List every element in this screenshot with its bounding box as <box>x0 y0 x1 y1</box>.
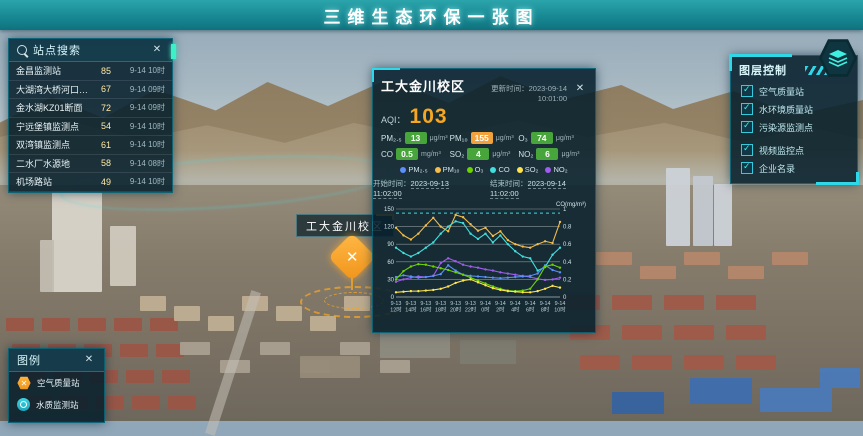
legend-item-water-station[interactable]: 水质监测站 <box>9 394 104 415</box>
svg-text:9-1316时: 9-1316时 <box>420 301 432 314</box>
legend-panel-title: 图例 <box>17 352 76 368</box>
svg-text:9-142时: 9-142时 <box>495 301 506 314</box>
value-badge: 0.5 <box>396 148 418 160</box>
svg-text:9-1318时: 9-1318时 <box>435 301 447 314</box>
pollutant-pm10: PM₁₀155μg/m³ <box>450 132 519 144</box>
station-detail-popup: 工大金川校区 更新时间：2023-09-14 10:01:00 AQI： 103… <box>372 68 596 333</box>
map-legend-panel: 图例 ✕ 空气质量站 水质监测站 <box>8 348 105 423</box>
value-badge: 4 <box>467 148 489 160</box>
svg-text:0.8: 0.8 <box>563 225 572 231</box>
checkbox-checked-icon[interactable] <box>741 144 753 156</box>
layer-toggle-button[interactable] <box>818 38 858 78</box>
svg-text:120: 120 <box>384 225 395 231</box>
layer-item-air[interactable]: 空气质量站 <box>731 82 857 100</box>
value-badge: 155 <box>471 132 493 144</box>
legend-item[interactable]: O₃ <box>467 165 484 174</box>
svg-text:9-1320时: 9-1320时 <box>450 301 462 314</box>
svg-text:150: 150 <box>384 207 395 213</box>
popup-header: 工大金川校区 更新时间：2023-09-14 10:01:00 <box>373 69 595 105</box>
legend-dot <box>435 167 441 173</box>
layer-item-pollution[interactable]: 污染源监测点 <box>731 118 857 136</box>
legend-item-air-station[interactable]: ✕ 空气质量站 <box>9 372 104 394</box>
close-icon[interactable] <box>573 82 587 96</box>
legend-dot <box>400 167 406 173</box>
checkbox-checked-icon[interactable] <box>741 85 753 97</box>
update-time: 更新时间：2023-09-14 10:01:00 <box>471 83 567 103</box>
search-results-panel: 站点搜索 金昌监测站859-14 10时 大湖湾大桥河口断面679-14 09时… <box>8 38 173 193</box>
aqi-row: AQI： 103 <box>373 105 595 129</box>
start-time-label: 开始时间： <box>373 179 411 188</box>
search-icon <box>17 45 27 55</box>
air-station-legend-icon: ✕ <box>17 376 31 390</box>
list-item[interactable]: 宁远堡镇监测点549-14 10时 <box>9 118 172 137</box>
station-name: 工大金川校区 <box>381 76 465 95</box>
legend-dot <box>490 167 496 173</box>
close-icon[interactable] <box>82 353 96 367</box>
end-time-label: 结束时间： <box>490 179 528 188</box>
svg-text:9-1312时: 9-1312时 <box>390 301 402 314</box>
title-bar: 三维生态环保一张图 <box>0 0 863 30</box>
svg-text:9-148时: 9-148时 <box>540 301 551 314</box>
layer-panel-title: 图层控制 <box>739 62 799 78</box>
close-icon[interactable] <box>150 43 164 57</box>
svg-text:9-1410时: 9-1410时 <box>554 301 566 314</box>
list-item[interactable]: 大湖湾大桥河口断面679-14 09时 <box>9 81 172 100</box>
legend-item[interactable]: CO <box>490 165 509 174</box>
checkbox-checked-icon[interactable] <box>741 162 753 174</box>
pollutant-so2: SO₂4μg/m³ <box>450 148 519 160</box>
aqi-value: 103 <box>410 105 448 129</box>
time-range-row: 开始时间：2023-09-13 11:02:00 结束时间：2023-09-14… <box>373 175 595 199</box>
aqi-label: AQI： <box>381 113 406 126</box>
pollutant-pm25: PM₂.₅13μg/m³ <box>381 132 450 144</box>
search-panel-header: 站点搜索 <box>9 39 172 62</box>
layer-item-video[interactable]: 视频监控点 <box>731 141 857 159</box>
pinwheel-icon: ✕ <box>346 248 359 266</box>
svg-text:30: 30 <box>387 277 394 283</box>
svg-text:0.6: 0.6 <box>563 242 572 248</box>
panel-side-tab[interactable] <box>171 44 176 59</box>
water-station-legend-icon <box>17 398 30 411</box>
legend-panel-header: 图例 <box>9 349 104 372</box>
layers-icon <box>828 49 848 67</box>
svg-text:9-140时: 9-140时 <box>480 301 491 314</box>
value-badge: 6 <box>536 148 558 160</box>
pollutant-trend-chart: 030609012015000.20.40.60.81CO(mg/m³)9-13… <box>373 199 595 328</box>
layer-item-water[interactable]: 水环境质量站 <box>731 100 857 118</box>
legend-item[interactable]: NO₂ <box>545 165 567 174</box>
value-badge: 13 <box>405 132 427 144</box>
list-item[interactable]: 二水厂水源地589-14 08时 <box>9 155 172 174</box>
svg-text:9-1314时: 9-1314时 <box>405 301 417 314</box>
legend-item[interactable]: PM₂.₅ <box>400 165 427 174</box>
checkbox-checked-icon[interactable] <box>741 103 753 115</box>
legend-item[interactable]: SO₂ <box>517 165 539 174</box>
legend-dot <box>517 167 523 173</box>
svg-text:9-1322时: 9-1322时 <box>465 301 477 314</box>
list-item[interactable]: 机场路站499-14 10时 <box>9 173 172 192</box>
svg-text:CO(mg/m³): CO(mg/m³) <box>556 202 586 208</box>
svg-text:60: 60 <box>387 260 394 266</box>
svg-text:9-144时: 9-144时 <box>510 301 521 314</box>
pollutant-grid: PM₂.₅13μg/m³ PM₁₀155μg/m³ O₃74μg/m³ CO0.… <box>373 129 595 162</box>
checkbox-checked-icon[interactable] <box>741 121 753 133</box>
pollutant-o3: O₃74μg/m³ <box>518 132 587 144</box>
value-badge: 74 <box>531 132 553 144</box>
list-item[interactable]: 金水湖KZ01断面729-14 09时 <box>9 99 172 118</box>
layer-item-enterprise[interactable]: 企业名录 <box>731 159 857 177</box>
legend-dot <box>467 167 473 173</box>
list-item[interactable]: 金昌监测站859-14 10时 <box>9 62 172 81</box>
page-title: 三维生态环保一张图 <box>324 3 540 28</box>
svg-text:0.2: 0.2 <box>563 277 572 283</box>
legend-item[interactable]: PM₁₀ <box>435 165 460 174</box>
legend-dot <box>545 167 551 173</box>
chart-legend: PM₂.₅ PM₁₀ O₃ CO SO₂ NO₂ <box>373 162 595 175</box>
svg-text:90: 90 <box>387 242 394 248</box>
pollutant-no2: NO₂6μg/m³ <box>518 148 587 160</box>
svg-text:0.4: 0.4 <box>563 260 572 266</box>
svg-text:9-146时: 9-146时 <box>525 301 536 314</box>
search-panel-title: 站点搜索 <box>33 42 144 58</box>
pollutant-co: CO0.5mg/m³ <box>381 148 450 160</box>
list-item[interactable]: 双湾镇监测点619-14 10时 <box>9 136 172 155</box>
